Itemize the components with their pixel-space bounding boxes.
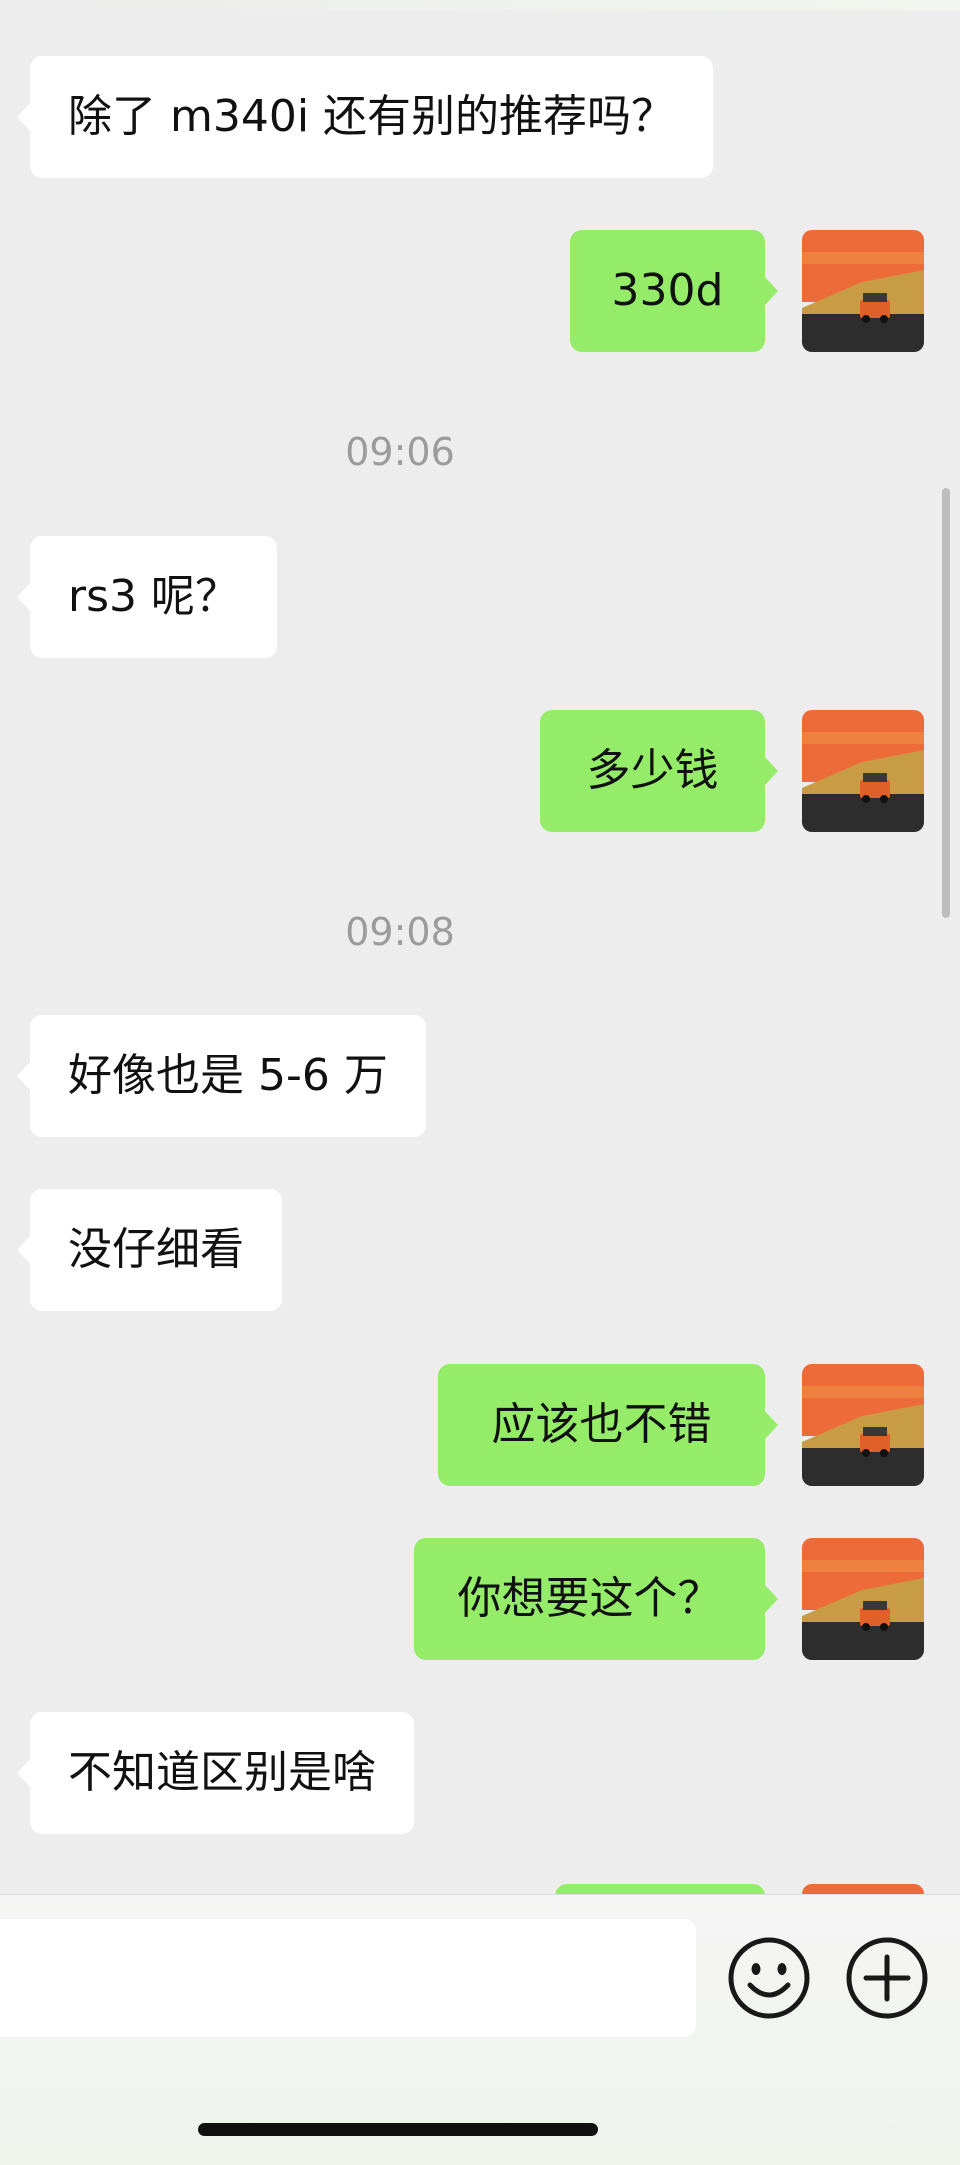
user-avatar[interactable] bbox=[802, 710, 924, 832]
chat-message-list[interactable]: 除了 m340i 还有别的推荐吗？ 330d 09:06 rs3 呢？ 多少钱 bbox=[0, 0, 960, 1894]
incoming-message-bubble[interactable]: 没仔细看 bbox=[17, 1189, 282, 1311]
plus-circle-icon[interactable] bbox=[844, 1935, 930, 2021]
incoming-message-bubble[interactable]: 除了 m340i 还有别的推荐吗？ bbox=[16, 56, 714, 178]
message-text: 你想要这个？ bbox=[457, 1573, 722, 1624]
message-text: 好像也是 5-6 万 bbox=[68, 1050, 388, 1101]
message-text: 多少钱 bbox=[586, 745, 719, 796]
outgoing-message-bubble[interactable]: 你想要这个？ bbox=[414, 1538, 778, 1660]
message-text: 应该也不错 bbox=[491, 1399, 712, 1450]
outgoing-message-bubble[interactable]: 应该也不错 bbox=[438, 1364, 778, 1486]
message-text: 没仔细看 bbox=[68, 1224, 244, 1275]
outgoing-message-bubble[interactable]: 多少钱 bbox=[540, 710, 778, 832]
user-avatar-partial[interactable] bbox=[802, 1884, 924, 1894]
incoming-message-bubble[interactable]: 不知道区别是啥 bbox=[17, 1712, 414, 1834]
home-indicator[interactable] bbox=[198, 2123, 598, 2136]
incoming-message-bubble[interactable]: rs3 呢？ bbox=[17, 536, 277, 658]
incoming-message-bubble[interactable]: 好像也是 5-6 万 bbox=[17, 1015, 426, 1137]
smiley-face-icon[interactable] bbox=[726, 1935, 812, 2021]
message-text: 不知道区别是啥 bbox=[68, 1747, 376, 1798]
message-text: 除了 m340i 还有别的推荐吗？ bbox=[68, 91, 676, 142]
user-avatar[interactable] bbox=[802, 1538, 924, 1660]
user-avatar[interactable] bbox=[802, 1364, 924, 1486]
message-input-bar bbox=[0, 1894, 960, 2165]
message-timestamp: 09:06 bbox=[345, 430, 455, 474]
message-text: rs3 呢？ bbox=[68, 571, 239, 622]
outgoing-message-bubble[interactable]: 330d bbox=[570, 230, 778, 352]
message-text-input[interactable] bbox=[0, 1919, 696, 2037]
user-avatar[interactable] bbox=[802, 230, 924, 352]
outgoing-message-bubble-partial[interactable] bbox=[555, 1884, 765, 1894]
chat-scrollbar[interactable] bbox=[942, 488, 950, 918]
message-text: 330d bbox=[611, 265, 724, 316]
message-timestamp: 09:08 bbox=[345, 910, 455, 954]
